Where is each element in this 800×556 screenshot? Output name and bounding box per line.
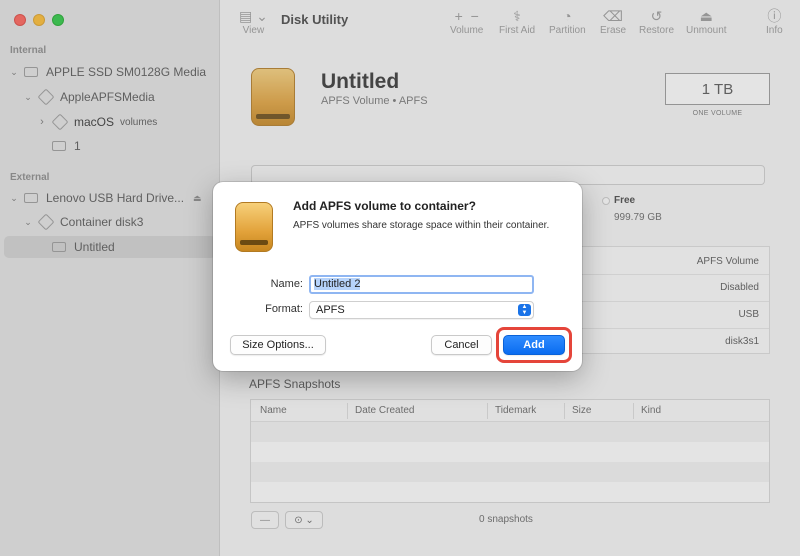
dialog-message: APFS volumes share storage space within …	[293, 220, 550, 231]
size-options-button[interactable]: Size Options...	[230, 335, 326, 355]
dialog-title: Add APFS volume to container?	[293, 199, 476, 213]
name-field[interactable]: Untitled 2	[309, 275, 534, 294]
name-value: Untitled 2	[314, 278, 361, 290]
add-volume-dialog: Add APFS volume to container? APFS volum…	[213, 182, 582, 371]
format-select[interactable]: APFS ▲ ▼	[309, 301, 534, 319]
hard-drive-icon	[235, 202, 273, 252]
updown-arrows-icon: ▲ ▼	[518, 304, 531, 316]
name-label: Name:	[270, 278, 303, 290]
cancel-button[interactable]: Cancel	[431, 335, 492, 355]
annotation-highlight	[496, 327, 572, 363]
format-value: APFS	[316, 304, 345, 316]
format-label: Format:	[265, 303, 303, 315]
